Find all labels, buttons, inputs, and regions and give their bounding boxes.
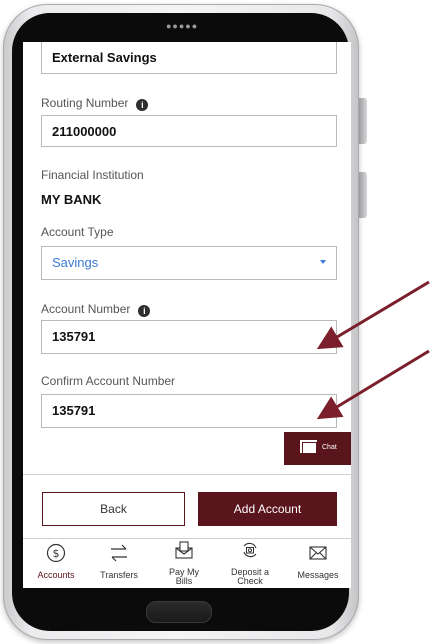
arrow-to-account-number — [316, 280, 430, 350]
annotation-arrows — [316, 280, 430, 420]
arrow-to-confirm-account — [316, 349, 430, 420]
